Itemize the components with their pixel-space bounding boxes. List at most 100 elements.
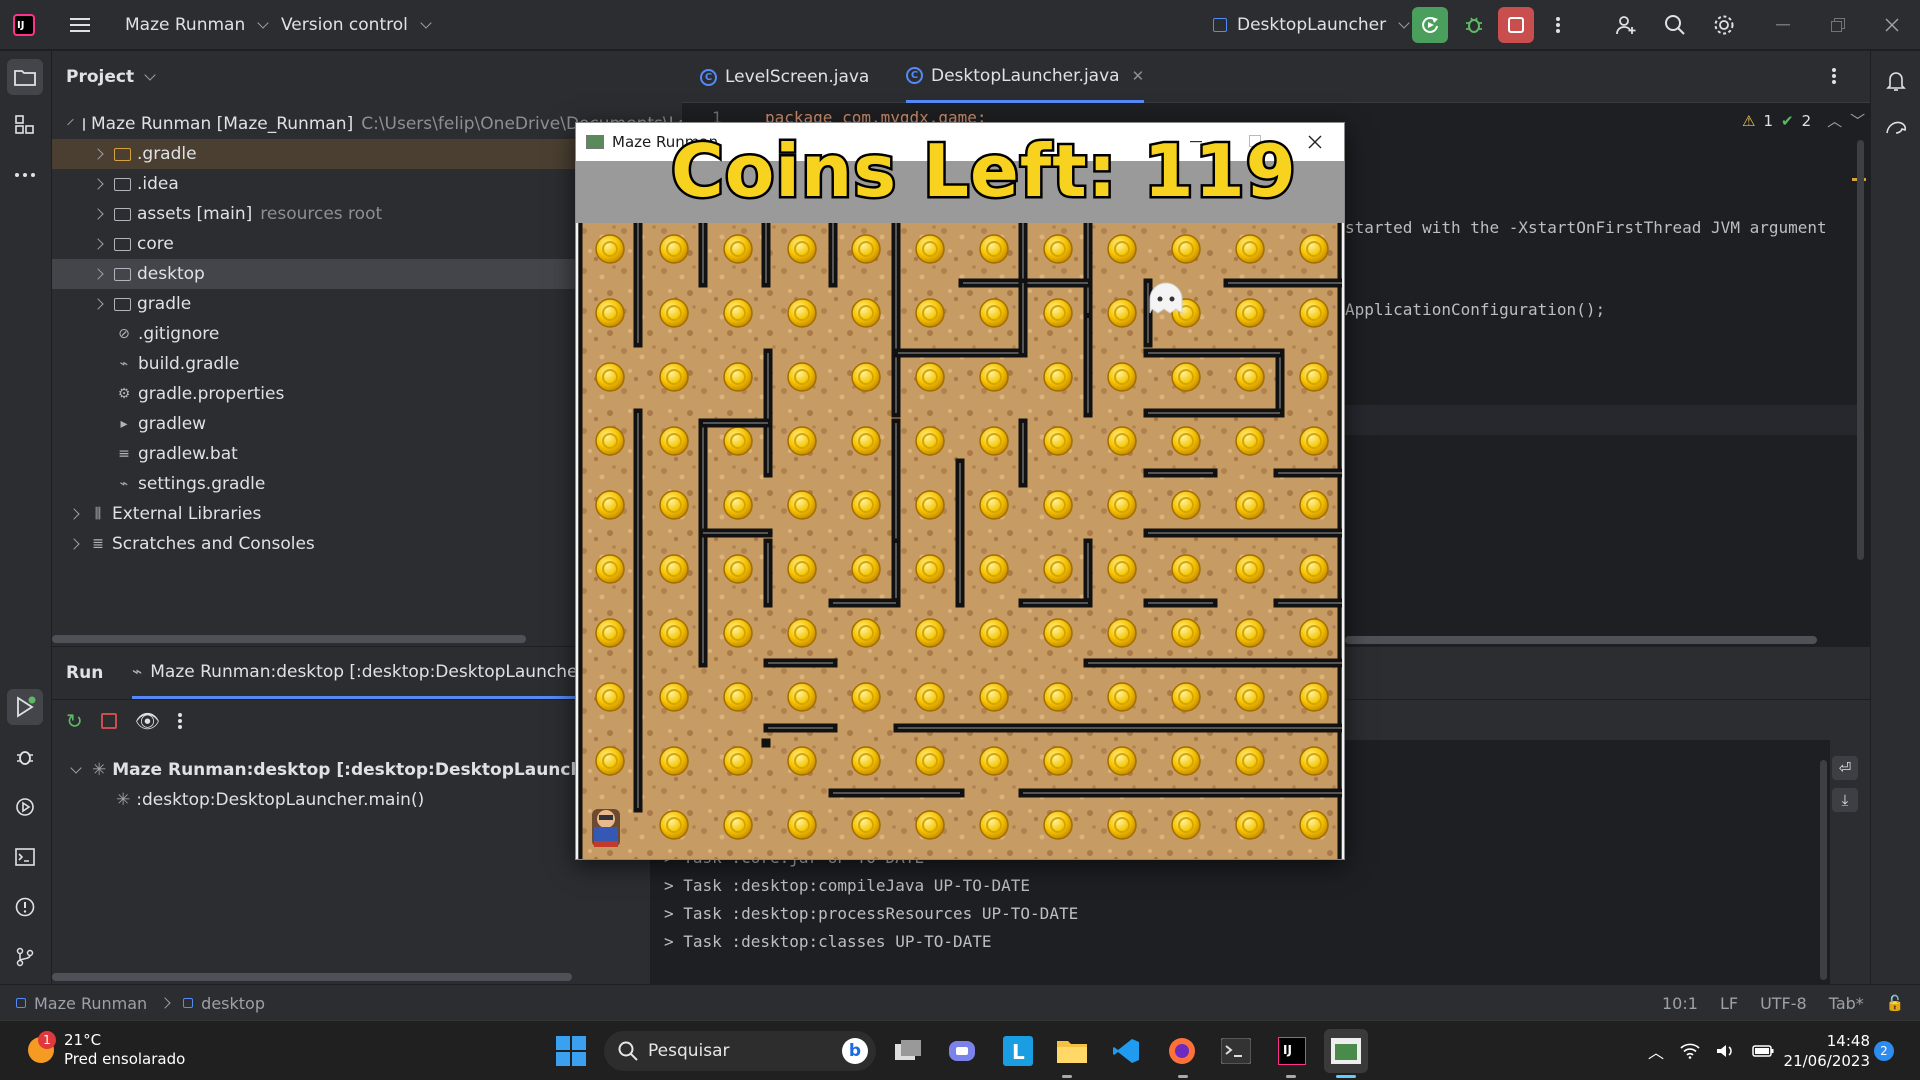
chevron-down-icon[interactable]: ﹀ [1850, 110, 1865, 131]
task-view-icon[interactable] [886, 1029, 930, 1073]
chevron-right-icon [92, 298, 104, 310]
close-button[interactable] [1874, 7, 1910, 43]
battery-icon[interactable] [1752, 1044, 1774, 1058]
close-icon[interactable] [1308, 135, 1322, 149]
project-switcher[interactable]: Maze Runman [125, 0, 269, 50]
volume-icon[interactable] [1716, 1043, 1736, 1059]
maze[interactable] [578, 223, 1342, 859]
console-scrollbar[interactable] [1820, 760, 1827, 980]
project-tool-button[interactable] [7, 59, 43, 95]
coin [723, 810, 753, 840]
run-tree-root-label: Maze Runman:desktop [:desktop:DesktopLau… [112, 760, 636, 780]
vcs-menu[interactable]: Version control [281, 0, 432, 50]
teams-chat-icon[interactable] [940, 1029, 984, 1073]
run-tool-button[interactable] [7, 689, 43, 725]
coin [659, 426, 689, 456]
notifications-button[interactable] [1878, 63, 1914, 99]
tab-label: LevelScreen.java [725, 67, 870, 87]
git-tool-button[interactable] [7, 939, 43, 975]
services-tool-button[interactable] [7, 789, 43, 825]
chevron-up-icon[interactable]: ︿ [1827, 110, 1842, 131]
rerun-icon[interactable]: ↻ [66, 709, 83, 733]
tab-levelscreen[interactable]: C LevelScreen.java [700, 51, 869, 103]
clock[interactable]: 14:48 21/06/2023 [1780, 1031, 1870, 1071]
editor-horizontal-scrollbar[interactable] [1345, 636, 1817, 644]
stop-icon[interactable] [100, 713, 117, 729]
minimize-button[interactable] [1765, 7, 1801, 43]
more-tools-button[interactable] [7, 157, 43, 193]
game-app-icon[interactable] [1324, 1029, 1368, 1073]
taskbar-search[interactable]: Pesquisar b [604, 1031, 876, 1071]
coin [787, 682, 817, 712]
scroll-to-end-button[interactable]: ⤓ [1832, 788, 1858, 812]
more-vertical-icon[interactable] [178, 712, 183, 730]
more-actions-button[interactable] [1540, 7, 1576, 43]
structure-tool-button[interactable] [7, 107, 43, 143]
run-tree-root[interactable]: ✳ Maze Runman:desktop [:desktop:DesktopL… [52, 755, 650, 785]
caret-position[interactable]: 10:1 [1662, 994, 1698, 1013]
soft-wrap-button[interactable]: ⏎ [1832, 756, 1858, 780]
folder-icon [114, 147, 131, 161]
coin [851, 490, 881, 520]
tree-item-label: .gitignore [138, 324, 220, 344]
structure-icon [15, 115, 34, 134]
rerun-button[interactable] [1412, 7, 1448, 43]
weather-widget-icon[interactable]: 1 [24, 1031, 64, 1071]
coin [1107, 298, 1137, 328]
weather-badge: 1 [38, 1031, 56, 1049]
coin [723, 426, 753, 456]
file-encoding[interactable]: UTF-8 [1760, 994, 1807, 1013]
settings-button[interactable] [1706, 7, 1742, 43]
console-line: > Task :desktop:classes UP-TO-DATE [664, 932, 992, 951]
project-panel-header[interactable]: Project [66, 51, 156, 103]
lock-icon[interactable]: 🔓 [1886, 994, 1905, 1012]
indent-setting[interactable]: Tab* [1829, 994, 1864, 1013]
wifi-icon[interactable] [1680, 1043, 1700, 1059]
add-user-button[interactable] [1608, 7, 1644, 43]
app-l-icon[interactable]: L [996, 1029, 1040, 1073]
close-tab-icon[interactable]: ✕ [1132, 67, 1145, 85]
terminal-app-icon[interactable] [1214, 1029, 1258, 1073]
coin [915, 298, 945, 328]
java-class-icon: C [700, 68, 717, 86]
coin [915, 618, 945, 648]
run-tab[interactable]: ⌁ Maze Runman:desktop [:desktop:DesktopL… [132, 647, 616, 699]
start-button[interactable] [549, 1029, 593, 1073]
stop-button[interactable] [1498, 7, 1534, 43]
weather-widget[interactable]: 21°C Pred ensolarado [64, 1031, 185, 1069]
module-folder-icon [83, 117, 85, 131]
editor-vertical-scrollbar[interactable] [1857, 140, 1864, 560]
file-explorer-icon[interactable] [1050, 1029, 1094, 1073]
breadcrumb-item[interactable]: desktop [201, 994, 265, 1013]
breadcrumb-item[interactable]: Maze Runman [34, 994, 147, 1013]
vscode-icon[interactable] [1104, 1029, 1148, 1073]
tab-options-button[interactable] [1832, 67, 1836, 85]
tab-desktoplauncher[interactable]: C DesktopLauncher.java ✕ [906, 51, 1145, 103]
coin [659, 490, 689, 520]
intellij-logo-icon[interactable]: IJ [6, 7, 42, 43]
coin [1235, 362, 1265, 392]
problems-tool-button[interactable] [7, 889, 43, 925]
run-tree-child[interactable]: ✳ :desktop:DesktopLauncher.main() [52, 785, 650, 815]
terminal-tool-button[interactable] [7, 839, 43, 875]
hamburger-menu-icon[interactable] [62, 7, 98, 43]
intellij-app-icon[interactable]: IJ [1270, 1029, 1314, 1073]
debug-button[interactable] [1456, 7, 1492, 43]
restore-button[interactable] [1820, 7, 1856, 43]
debug-tool-button[interactable] [7, 739, 43, 775]
firefox-icon[interactable] [1160, 1029, 1204, 1073]
eye-icon[interactable]: 👁 [135, 709, 160, 733]
chevron-up-icon[interactable]: ︿ [1648, 1039, 1664, 1063]
coin [851, 618, 881, 648]
coin [595, 234, 625, 264]
horizontal-scrollbar[interactable] [52, 635, 526, 643]
ai-assistant-button[interactable] [1878, 109, 1914, 145]
run-tree-scrollbar[interactable] [52, 973, 572, 981]
notification-badge[interactable]: 2 [1874, 1041, 1894, 1061]
run-config-selector[interactable]: DesktopLauncher [1213, 0, 1410, 50]
search-button[interactable] [1657, 7, 1693, 43]
inspection-widget[interactable]: ⚠ 1 ✔ 2 ︿ ﹀ [1742, 110, 1865, 131]
run-tree-child-label: :desktop:DesktopLauncher.main() [136, 790, 425, 810]
line-separator[interactable]: LF [1720, 994, 1738, 1013]
code-line-config: ApplicationConfiguration(); [1345, 300, 1606, 319]
